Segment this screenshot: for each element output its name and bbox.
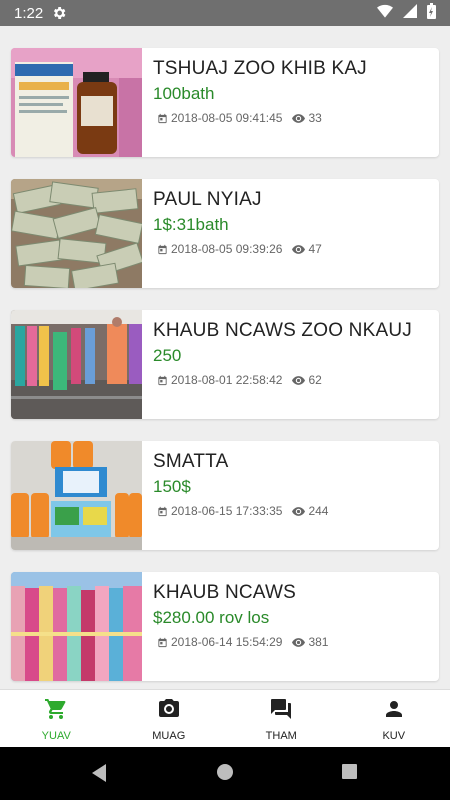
tab-label: THAM [265,729,297,742]
listing-views: 33 [308,111,322,125]
settings-icon [51,5,67,21]
listing-title: TSHUAJ ZOO KHIB KAJ [153,58,367,79]
chat-icon [269,697,293,726]
listing-card[interactable]: PAUL NYIAJ 1$:31bath 2018-08-05 09:39:26… [11,179,439,288]
recents-icon[interactable] [341,763,358,785]
listing-price: 1$:31bath [153,215,229,234]
tab-label: KUV [382,729,406,742]
calendar-icon [157,637,168,648]
camera-icon [157,697,181,726]
eye-icon [292,506,306,517]
signal-icon [403,3,417,23]
listing-title: KHAUB NCAWS ZOO NKAUJ [153,320,412,341]
calendar-icon [157,375,168,386]
listing-price: 150$ [153,477,191,496]
wifi-icon [377,4,393,23]
bottom-tab-bar: YUAV MUAG THAM KUV [0,689,450,748]
listing-price: $280.00 rov los [153,608,270,627]
listing-card[interactable]: KHAUB NCAWS $280.00 rov los 2018-06-14 1… [11,572,439,681]
listing-price: 100bath [153,84,215,103]
listing-price: 250 [153,346,182,365]
tab-kuv[interactable]: KUV [338,690,450,748]
listing-views: 244 [308,504,329,518]
listing-thumbnail [11,310,142,419]
system-nav-bar [0,747,450,800]
calendar-icon [157,113,168,124]
eye-icon [292,244,306,255]
listing-meta: 2018-08-01 22:58:42 62 [157,373,322,387]
eye-icon [292,637,306,648]
eye-icon [292,375,306,386]
back-icon[interactable] [90,763,108,788]
listing-datetime: 2018-06-14 15:54:29 [171,635,283,649]
listing-meta: 2018-08-05 09:39:26 47 [157,242,322,256]
status-bar: 1:22 [0,0,450,26]
listing-card[interactable]: SMATTA 150$ 2018-06-15 17:33:35 244 [11,441,439,550]
listing-datetime: 2018-08-05 09:41:45 [171,111,283,125]
listing-list[interactable]: TSHUAJ ZOO KHIB KAJ 100bath 2018-08-05 0… [0,26,450,689]
listing-views: 381 [308,635,329,649]
eye-icon [292,113,306,124]
listing-title: SMATTA [153,451,229,472]
tab-label: MUAG [152,729,186,742]
listing-meta: 2018-06-14 15:54:29 381 [157,635,328,649]
listing-card[interactable]: KHAUB NCAWS ZOO NKAUJ 250 2018-08-01 22:… [11,310,439,419]
tab-muag[interactable]: MUAG [113,690,226,748]
person-icon [382,697,406,726]
listing-thumbnail [11,572,142,681]
listing-views: 47 [308,242,322,256]
calendar-icon [157,506,168,517]
listing-datetime: 2018-08-05 09:39:26 [171,242,283,256]
listing-thumbnail [11,48,142,157]
calendar-icon [157,244,168,255]
listing-datetime: 2018-06-15 17:33:35 [171,504,283,518]
listing-title: PAUL NYIAJ [153,189,262,210]
listing-views: 62 [308,373,322,387]
listing-thumbnail [11,441,142,550]
listing-meta: 2018-08-05 09:41:45 33 [157,111,322,125]
listing-card[interactable]: TSHUAJ ZOO KHIB KAJ 100bath 2018-08-05 0… [11,48,439,157]
tab-yuav[interactable]: YUAV [0,690,113,748]
listing-datetime: 2018-08-01 22:58:42 [171,373,283,387]
cart-icon [44,697,68,726]
status-time: 1:22 [14,4,44,22]
listing-thumbnail [11,179,142,288]
tab-tham[interactable]: THAM [225,690,338,748]
battery-icon [427,2,436,24]
tab-label: YUAV [41,729,71,742]
home-icon[interactable] [216,763,234,786]
listing-title: KHAUB NCAWS [153,582,296,603]
listing-meta: 2018-06-15 17:33:35 244 [157,504,328,518]
